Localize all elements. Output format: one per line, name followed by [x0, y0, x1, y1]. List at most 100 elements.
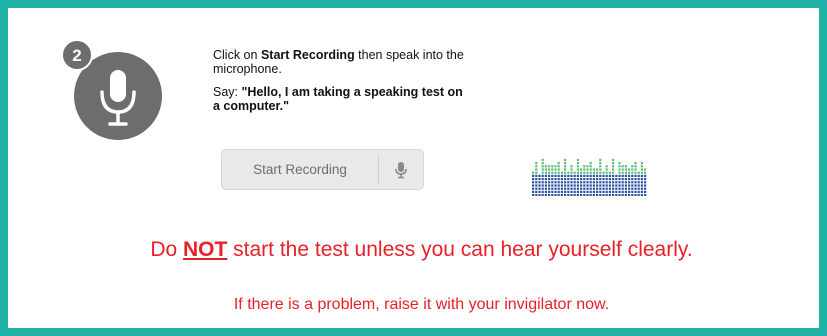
meter-dot — [644, 168, 647, 171]
meter-dot — [631, 174, 634, 177]
meter-dot — [589, 165, 592, 168]
meter-dot — [608, 194, 611, 196]
start-recording-button[interactable]: Start Recording — [221, 149, 424, 190]
meter-dot — [570, 181, 573, 184]
meter-dot — [589, 162, 592, 165]
meter-dot — [557, 184, 560, 187]
meter-dot — [586, 168, 589, 171]
meter-dot — [602, 194, 605, 196]
meter-dot — [589, 190, 592, 193]
meter-dot — [567, 187, 570, 190]
meter-dot — [532, 171, 535, 174]
meter-dot — [628, 174, 631, 177]
meter-dot — [557, 162, 560, 165]
meter-dot — [628, 171, 631, 174]
meter-dot — [602, 190, 605, 193]
meter-dot — [621, 178, 624, 181]
meter-dot — [631, 171, 634, 174]
meter-dot — [615, 194, 618, 196]
meter-dot — [567, 181, 570, 184]
meter-dot — [637, 174, 640, 177]
meter-dot — [631, 178, 634, 181]
meter-dot — [576, 168, 579, 171]
meter-dot — [608, 171, 611, 174]
meter-dot — [532, 184, 535, 187]
meter-dot — [548, 184, 551, 187]
meter-dot — [602, 184, 605, 187]
meter-dot — [628, 168, 631, 171]
meter-dot — [599, 194, 602, 196]
meter-dot — [541, 181, 544, 184]
meter-dot — [589, 171, 592, 174]
meter-dot — [557, 187, 560, 190]
meter-dot — [560, 187, 563, 190]
meter-dot — [631, 184, 634, 187]
meter-dot — [592, 184, 595, 187]
meter-dot — [589, 174, 592, 177]
meter-dot — [560, 194, 563, 196]
meter-dot — [580, 190, 583, 193]
meter-dot — [567, 184, 570, 187]
meter-dot — [599, 181, 602, 184]
meter-dot — [640, 187, 643, 190]
meter-dot — [544, 184, 547, 187]
meter-dot — [586, 178, 589, 181]
meter-dot — [634, 184, 637, 187]
meter-dot — [544, 171, 547, 174]
meter-dot — [580, 184, 583, 187]
meter-dot — [599, 165, 602, 168]
meter-dot — [544, 194, 547, 196]
meter-dot — [583, 190, 586, 193]
meter-dot — [554, 181, 557, 184]
meter-dot — [541, 194, 544, 196]
meter-dot — [612, 168, 615, 171]
meter-dot — [592, 168, 595, 171]
meter-dot — [586, 184, 589, 187]
meter-dot — [596, 174, 599, 177]
meter-dot — [576, 158, 579, 161]
meter-dot — [596, 184, 599, 187]
meter-dot — [605, 194, 608, 196]
invigilator-note: If there is a problem, raise it with you… — [233, 296, 610, 313]
meter-dot — [599, 168, 602, 171]
meter-dot — [608, 178, 611, 181]
meter-dot — [538, 194, 541, 196]
meter-dot — [605, 168, 608, 171]
meter-dot — [596, 168, 599, 171]
instructions: Click on Start Recording then speak into… — [213, 48, 473, 113]
meter-dot — [644, 181, 647, 184]
meter-dot — [618, 165, 621, 168]
meter-dot — [624, 181, 627, 184]
meter-dot — [532, 194, 535, 196]
meter-dot — [621, 184, 624, 187]
meter-dot — [551, 171, 554, 174]
meter-dot — [535, 171, 538, 174]
audio-level-meter — [532, 154, 648, 196]
meter-dot — [612, 190, 615, 193]
meter-dot — [567, 194, 570, 196]
step-microphone-icon: 2 — [60, 38, 164, 142]
meter-dot — [637, 171, 640, 174]
meter-dot — [612, 194, 615, 196]
meter-dot — [560, 184, 563, 187]
meter-dot — [557, 171, 560, 174]
meter-dot — [576, 194, 579, 196]
meter-dot — [615, 174, 618, 177]
meter-dot — [628, 194, 631, 196]
meter-dot — [644, 190, 647, 193]
meter-dot — [634, 171, 637, 174]
meter-dot — [535, 178, 538, 181]
meter-dot — [608, 190, 611, 193]
meter-dot — [538, 174, 541, 177]
meter-dot — [618, 187, 621, 190]
meter-dot — [583, 174, 586, 177]
meter-dot — [589, 181, 592, 184]
meter-dot — [608, 174, 611, 177]
meter-dot — [637, 181, 640, 184]
meter-dot — [544, 174, 547, 177]
meter-dot — [586, 194, 589, 196]
meter-dot — [583, 168, 586, 171]
meter-dot — [644, 187, 647, 190]
meter-dot — [615, 190, 618, 193]
meter-dot — [589, 178, 592, 181]
